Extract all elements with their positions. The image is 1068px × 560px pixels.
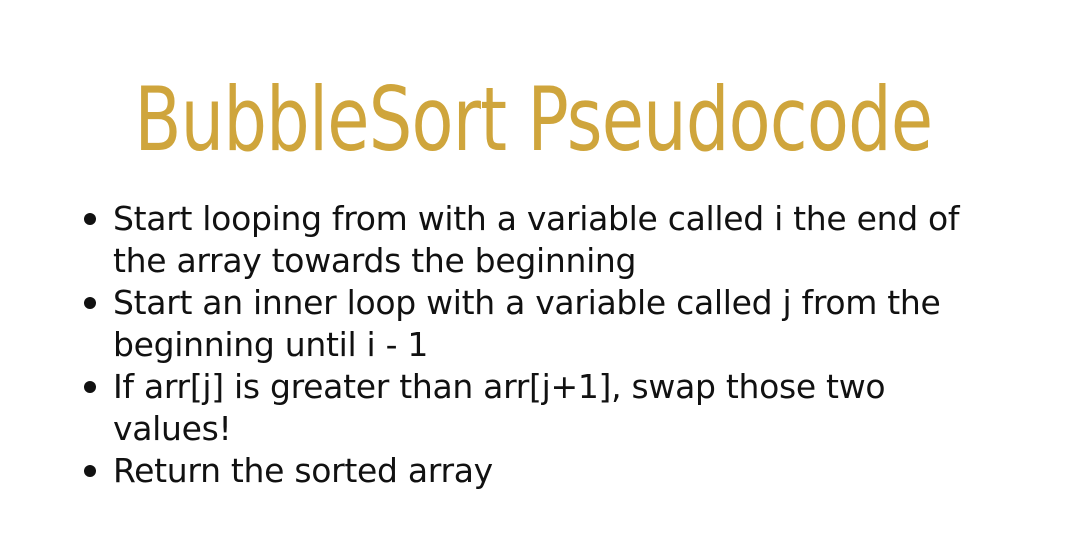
bullet-text: Return the sorted array bbox=[113, 451, 493, 490]
bullet-item: Return the sorted array bbox=[0, 450, 1013, 492]
bullet-text: Start an inner loop with a variable call… bbox=[113, 283, 941, 364]
bullet-item: Start looping from with a variable calle… bbox=[0, 198, 1013, 282]
bullet-text: If arr[j] is greater than arr[j+1], swap… bbox=[113, 367, 886, 448]
bullet-text: Start looping from with a variable calle… bbox=[113, 199, 960, 280]
slide: BubbleSort Pseudocode Start looping from… bbox=[0, 0, 1068, 560]
bullet-item: If arr[j] is greater than arr[j+1], swap… bbox=[0, 366, 1013, 450]
bullet-item: Start an inner loop with a variable call… bbox=[0, 282, 1013, 366]
bullet-list: Start looping from with a variable calle… bbox=[0, 198, 1068, 492]
bullet-dot-icon bbox=[84, 381, 96, 393]
bullet-dot-icon bbox=[84, 297, 96, 309]
slide-title: BubbleSort Pseudocode bbox=[134, 67, 933, 171]
bullet-dot-icon bbox=[84, 213, 96, 225]
bullet-dot-icon bbox=[84, 465, 96, 477]
